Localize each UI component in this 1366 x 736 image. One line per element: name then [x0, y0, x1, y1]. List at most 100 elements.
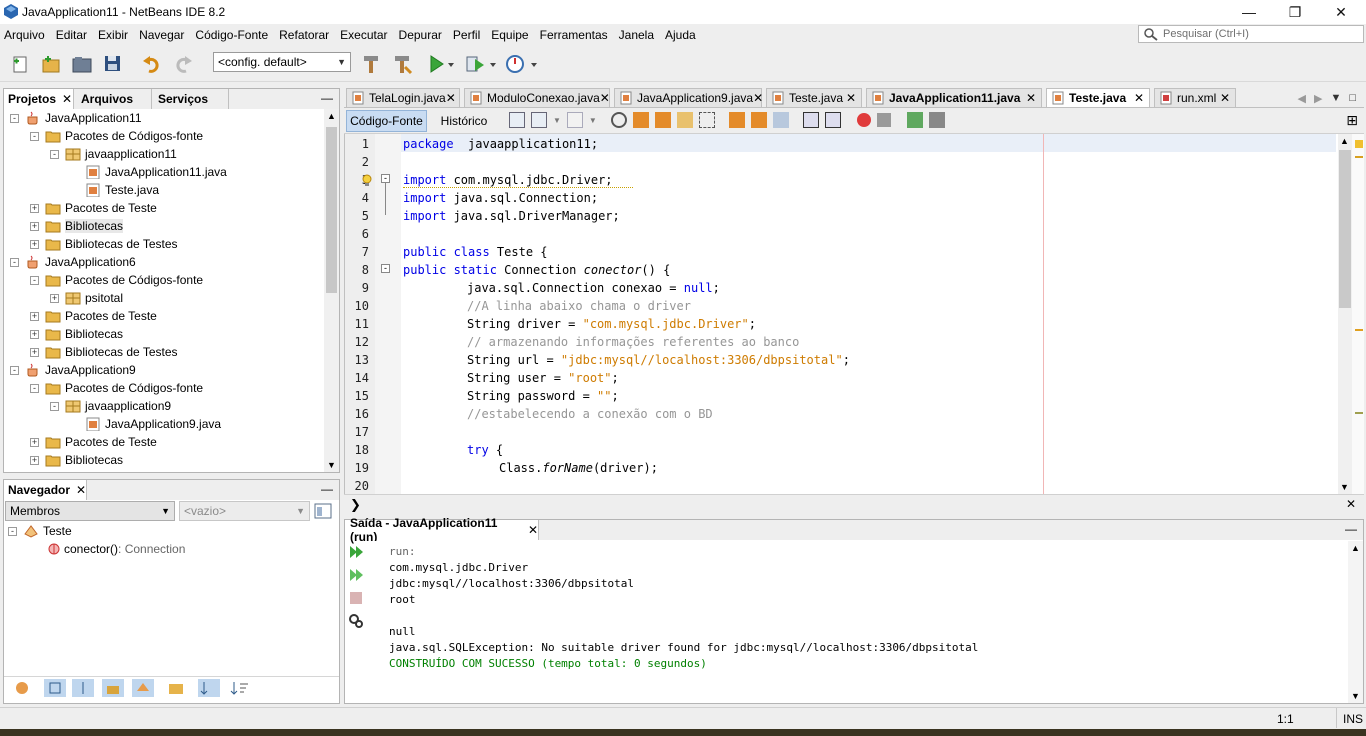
tree-item[interactable]: + Pacotes de Teste: [30, 199, 157, 217]
scroll-down-icon[interactable]: ▼: [327, 460, 336, 470]
tree-item[interactable]: - javaapplication11: [50, 145, 177, 163]
tree-item[interactable]: + Bibliotecas: [30, 325, 123, 343]
tab-servicos[interactable]: Serviços: [154, 89, 229, 109]
close-window-button[interactable]: ✕: [1318, 0, 1364, 24]
stop-icon[interactable]: [348, 590, 364, 606]
find-next-icon[interactable]: [654, 112, 671, 128]
collapse-icon[interactable]: -: [50, 149, 59, 159]
close-tab-icon[interactable]: ✕: [600, 91, 610, 105]
expand-icon[interactable]: +: [30, 329, 39, 339]
tree-item[interactable]: - JavaApplication9: [10, 361, 136, 379]
collapse-icon[interactable]: -: [30, 383, 39, 393]
open-project-icon[interactable]: [71, 53, 93, 75]
show-nonpublic-icon[interactable]: [102, 679, 124, 697]
stop-macro-icon[interactable]: [876, 113, 891, 127]
warning-marker[interactable]: [1355, 412, 1363, 414]
close-tab-icon[interactable]: ✕: [1026, 91, 1036, 105]
navigator-member-row[interactable]: conector() : Connection: [48, 540, 185, 558]
debug-project-icon[interactable]: [464, 53, 486, 75]
tree-item[interactable]: + psitotal: [50, 289, 123, 307]
editor-tab[interactable]: Teste.java ✕: [1046, 88, 1150, 107]
fold-method-icon[interactable]: -: [381, 264, 390, 273]
run-dropdown-icon[interactable]: [446, 53, 456, 75]
build-hammer-icon[interactable]: [360, 53, 382, 75]
scroll-tabs-left-icon[interactable]: ◀: [1298, 92, 1306, 105]
menu-perfil[interactable]: Perfil: [453, 28, 480, 42]
code-line[interactable]: public class Teste {: [403, 243, 548, 261]
back-dropdown-icon[interactable]: ▼: [553, 116, 561, 125]
menu-executar[interactable]: Executar: [340, 28, 387, 42]
menu-depurar[interactable]: Depurar: [399, 28, 442, 42]
menu-arquivo[interactable]: Arquivo: [4, 28, 45, 42]
tree-item[interactable]: JavaApplication9.java: [70, 415, 221, 433]
undo-icon[interactable]: [141, 53, 163, 75]
tree-item[interactable]: JavaApplication11.java: [70, 163, 227, 181]
code-line[interactable]: String url = "jdbc:mysql//localhost:3306…: [467, 351, 850, 369]
clean-build-icon[interactable]: [391, 53, 413, 75]
menu-janela[interactable]: Janela: [619, 28, 654, 42]
expand-icon[interactable]: +: [30, 203, 39, 213]
tree-item[interactable]: - JavaApplication6: [10, 253, 136, 271]
projects-scrollbar[interactable]: ▲ ▼: [324, 109, 339, 472]
tree-item[interactable]: - Pacotes de Códigos-fonte: [30, 379, 203, 397]
close-tab-icon[interactable]: ✕: [753, 91, 763, 105]
sort-by-name-icon[interactable]: [228, 679, 250, 697]
show-fields-icon[interactable]: [44, 679, 66, 697]
rerun-icon[interactable]: [348, 544, 364, 560]
search-input[interactable]: Pesquisar (Ctrl+I): [1138, 25, 1364, 43]
toggle-highlight-icon[interactable]: [676, 112, 693, 128]
tab-codigo-fonte[interactable]: Código-Fonte: [346, 110, 427, 132]
tab-navegador[interactable]: Navegador ✕: [4, 480, 87, 500]
find-previous-icon[interactable]: [632, 112, 649, 128]
tree-item[interactable]: + Pacotes de Teste: [30, 433, 157, 451]
code-line[interactable]: package javaapplication11;: [403, 135, 598, 153]
collapse-icon[interactable]: -: [50, 401, 59, 411]
find-icon[interactable]: [610, 112, 627, 128]
show-static-icon[interactable]: [72, 679, 94, 697]
navigator-root-row[interactable]: - Teste: [8, 522, 72, 540]
menu-ajuda[interactable]: Ajuda: [665, 28, 696, 42]
code-line[interactable]: //estabelecendo a conexão com o BD: [467, 405, 713, 423]
toggle-bookmark-icon[interactable]: [772, 112, 789, 128]
tab-arquivos[interactable]: Arquivos: [77, 89, 152, 109]
members-select[interactable]: Membros ▼: [5, 501, 175, 521]
scroll-down-icon[interactable]: ▼: [1351, 691, 1360, 701]
close-icon[interactable]: ✕: [528, 523, 538, 537]
scroll-up-icon[interactable]: ▲: [1340, 136, 1349, 146]
code-line[interactable]: try {: [467, 441, 503, 459]
menu-ferramentas[interactable]: Ferramentas: [540, 28, 608, 42]
show-inner-classes-icon[interactable]: [132, 679, 154, 697]
tree-item[interactable]: + Bibliotecas: [30, 451, 123, 469]
menu-codigo-fonte[interactable]: Código-Fonte: [195, 28, 268, 42]
settings-icon[interactable]: [348, 613, 364, 629]
code-line[interactable]: import java.sql.DriverManager;: [403, 207, 620, 225]
warning-marker[interactable]: [1355, 329, 1363, 331]
fold-imports-icon[interactable]: -: [381, 174, 390, 183]
minimize-button[interactable]: —: [1226, 0, 1272, 24]
tab-projetos[interactable]: Projetos ✕: [4, 89, 74, 109]
code-line[interactable]: public static Connection conector() {: [403, 261, 670, 279]
menu-navegar[interactable]: Navegar: [139, 28, 184, 42]
collapse-icon[interactable]: -: [10, 113, 19, 123]
editor-tab[interactable]: TelaLogin.java ✕: [346, 88, 460, 107]
close-tab-icon[interactable]: ✕: [446, 91, 456, 105]
tree-item[interactable]: + Bibliotecas de Testes: [30, 343, 178, 361]
menu-editar[interactable]: Editar: [56, 28, 87, 42]
profile-dropdown-icon[interactable]: [529, 53, 539, 75]
warning-marker[interactable]: [1355, 140, 1363, 148]
expand-icon[interactable]: +: [30, 311, 39, 321]
editor-tab[interactable]: Teste.java ✕: [766, 88, 862, 107]
warning-marker[interactable]: [1355, 156, 1363, 158]
close-tab-icon[interactable]: ✕: [1220, 91, 1230, 105]
tree-item[interactable]: + Pacotes de Teste: [30, 307, 157, 325]
maximize-editor-icon[interactable]: □: [1349, 92, 1356, 104]
forward-icon[interactable]: [566, 112, 583, 128]
tree-item[interactable]: + Bibliotecas: [30, 217, 124, 235]
minimize-panel-icon[interactable]: —: [321, 91, 333, 105]
scroll-up-icon[interactable]: ▲: [1351, 543, 1360, 553]
minimize-panel-icon[interactable]: —: [1345, 522, 1357, 536]
breadcrumb-arrow-icon[interactable]: ❯: [350, 497, 361, 513]
warning-bulb-icon[interactable]: [361, 174, 373, 186]
editor-tab[interactable]: JavaApplication11.java ✕: [866, 88, 1042, 107]
navigator-layout-icon[interactable]: [314, 502, 332, 520]
